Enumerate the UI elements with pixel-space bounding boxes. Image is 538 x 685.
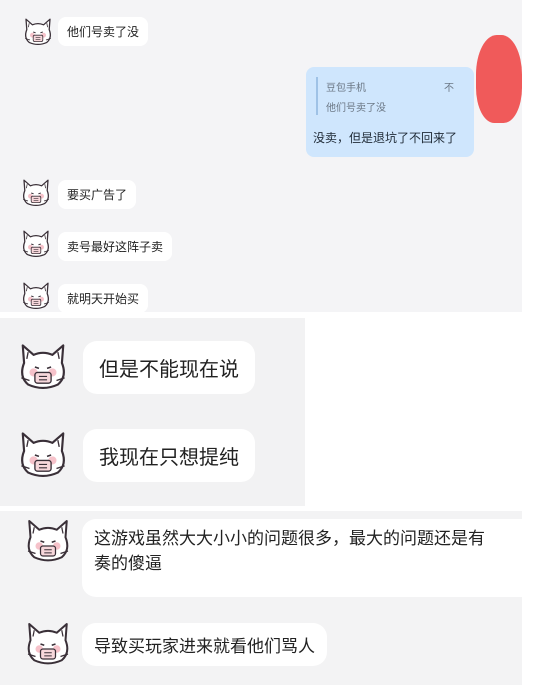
message-text-line: 这游戏虽然大大小小的问题很多，最大的问题还是有 [94,529,485,549]
message-text: 卖号最好这阵子卖 [67,240,164,254]
message-bubble: 他们号卖了没 [58,17,149,46]
message-bubble: 导致买玩家进来就看他们骂人 [82,623,327,666]
chat-panel-2: 但是不能现在说 我现在只想提纯 [0,318,305,506]
message-bubble: 但是不能现在说 [83,341,255,394]
cat-avatar-icon[interactable] [23,619,73,669]
message-text: 就明天开始买 [67,292,140,306]
message-text: 他们号卖了没 [67,25,140,39]
message-bubble: 卖号最好这阵子卖 [58,232,173,261]
message-text: 但是不能现在说 [99,357,239,381]
cat-avatar-icon[interactable] [16,428,70,482]
quote-close-icon[interactable]: 不 [444,79,454,94]
message-text: 要买广告了 [67,188,128,202]
message-text: 导致买玩家进来就看他们骂人 [94,637,315,657]
message-bubble: 我现在只想提纯 [83,429,255,482]
quote-text: 他们号卖了没 [326,103,386,114]
message-bubble: 就明天开始买 [58,284,149,312]
cat-avatar-icon[interactable] [22,16,54,48]
cat-avatar-icon[interactable] [20,177,52,209]
self-message-bubble: 豆包手机 不 他们号卖了没 没卖，但是退坑了不回来了 [306,67,474,157]
quote-sender-name: 豆包手机 [326,83,366,94]
cat-avatar-icon[interactable] [20,228,52,260]
message-text: 我现在只想提纯 [99,445,239,469]
message-text-line: 奏的傻逼 [94,554,162,574]
cat-avatar-icon[interactable] [23,516,73,566]
message-bubble: 这游戏虽然大大小小的问题很多，最大的问题还是有 奏的傻逼 [82,519,522,597]
chat-panel-1: 他们号卖了没 豆包手机 不 他们号卖了没 没卖，但是退坑了不回来了 要买广告了 … [0,0,522,312]
cat-avatar-icon[interactable] [20,280,52,312]
chat-panel-3: 这游戏虽然大大小小的问题很多，最大的问题还是有 奏的傻逼 导致买玩家进来就看他们… [0,511,522,685]
self-message-text: 没卖，但是退坑了不回来了 [313,131,458,145]
message-bubble: 要买广告了 [58,180,137,209]
redaction-mark [476,35,522,123]
reply-quote: 豆包手机 不 他们号卖了没 [316,77,464,115]
cat-avatar-icon[interactable] [16,340,70,394]
